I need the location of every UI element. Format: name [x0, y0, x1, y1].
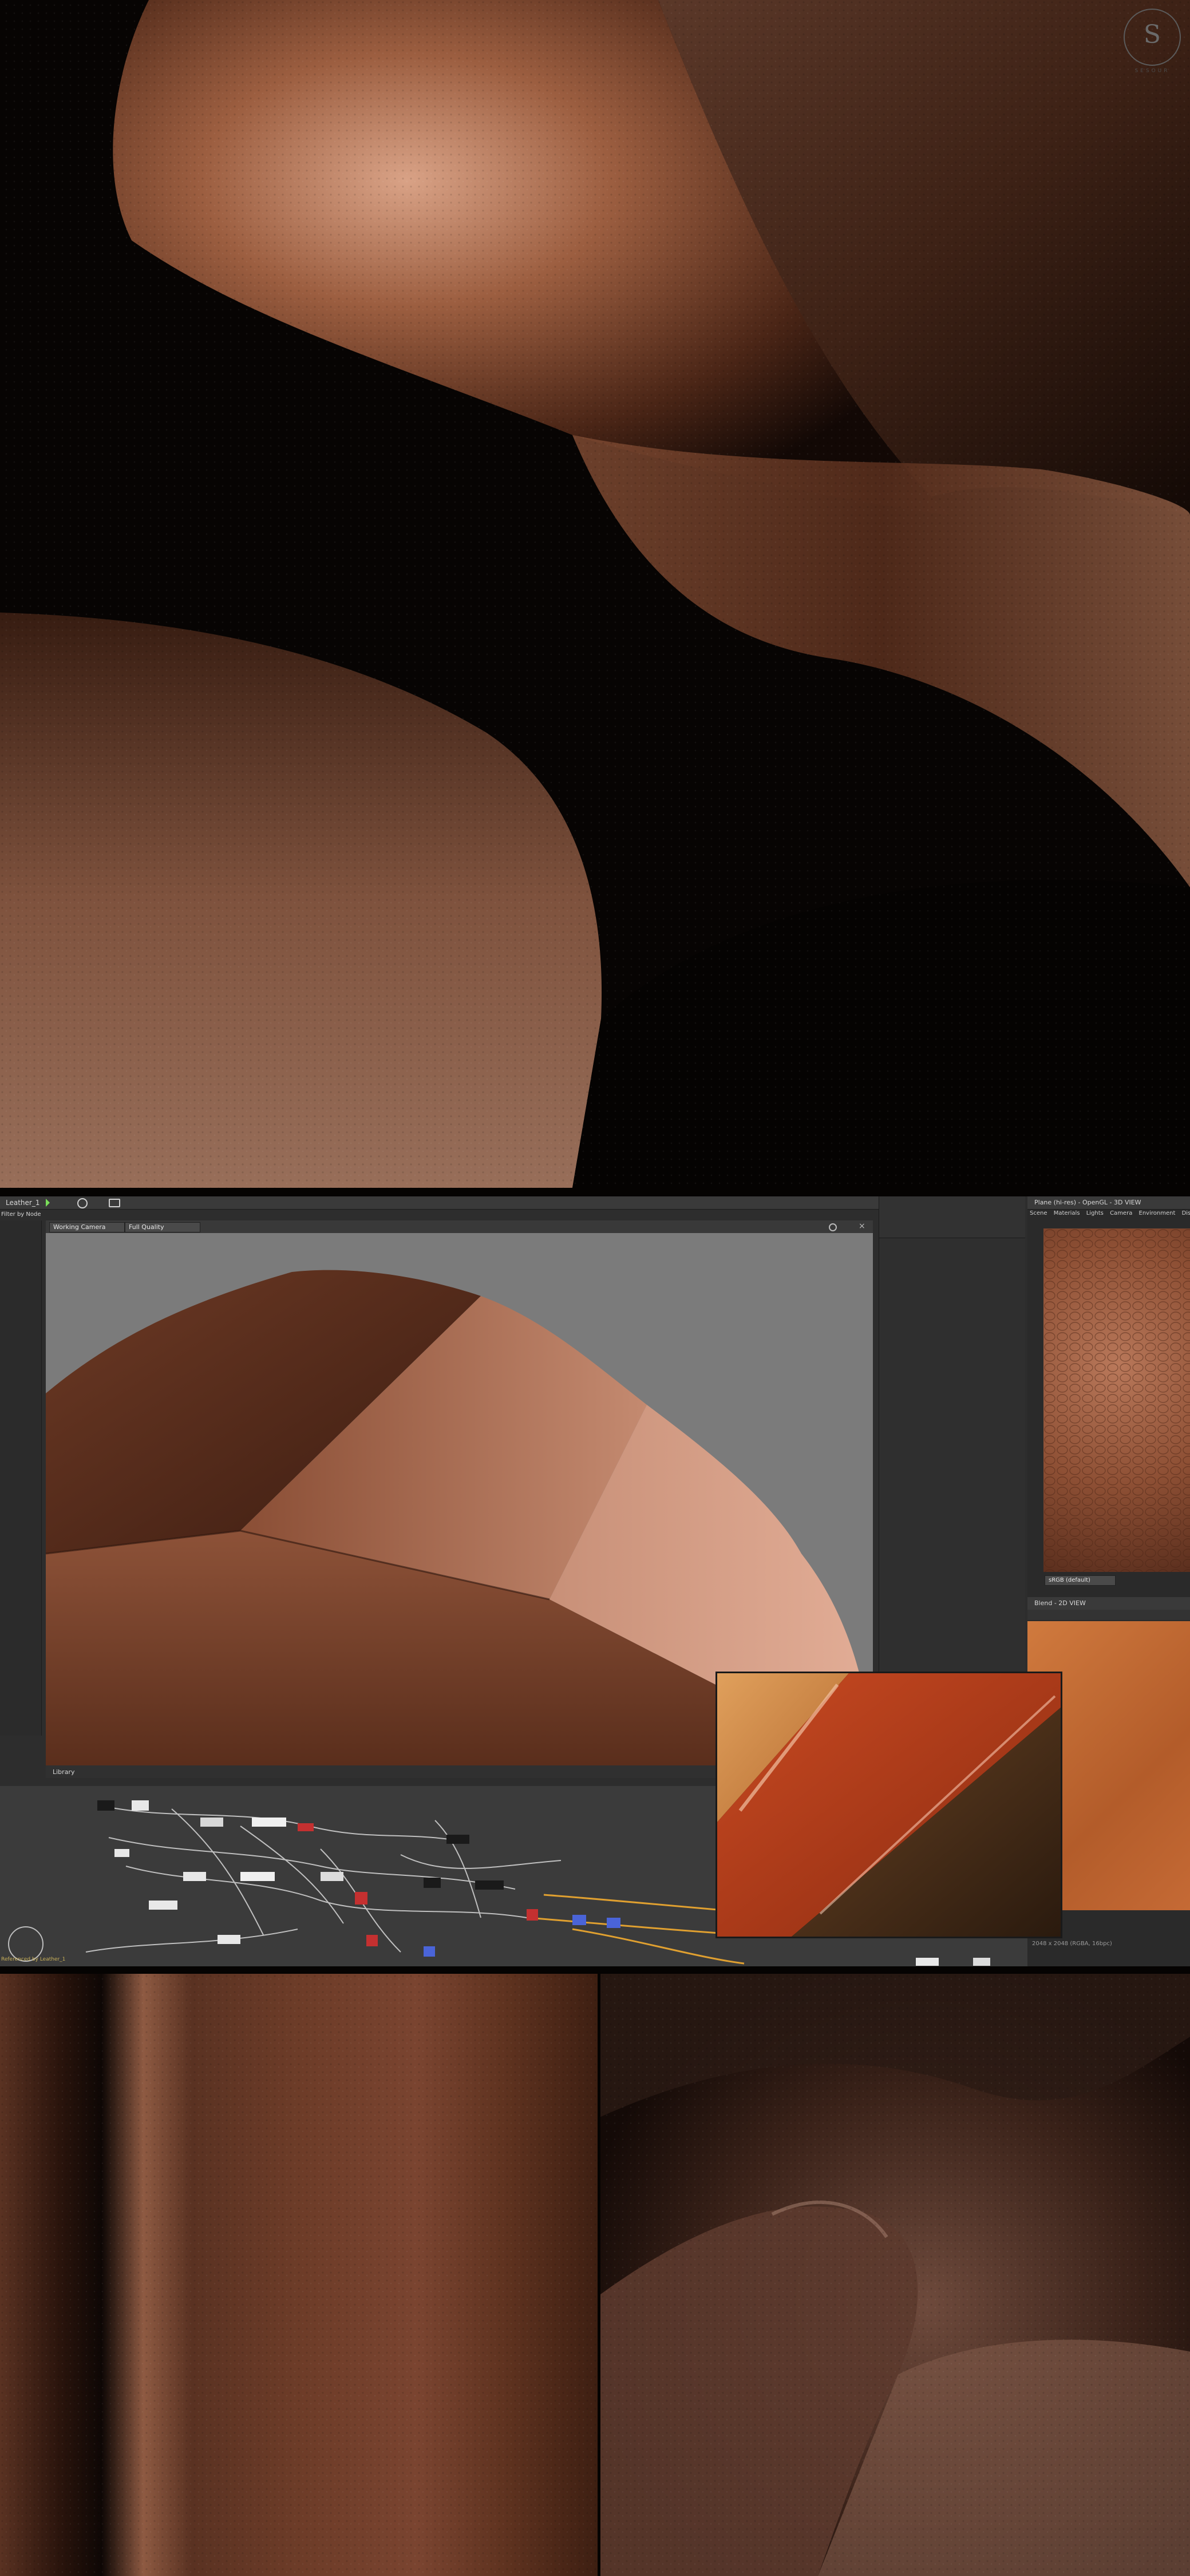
graph-tab-title[interactable]: Leather_1: [6, 1199, 39, 1207]
camera-dropdown[interactable]: Working Camera: [49, 1222, 125, 1232]
3d-view-render[interactable]: [1043, 1228, 1190, 1572]
library-tab[interactable]: Library: [53, 1768, 74, 1776]
menu-scene[interactable]: Scene: [1030, 1210, 1047, 1216]
viewport-toolbar: Working Camera Full Quality ×: [46, 1220, 873, 1233]
2d-view-titlebar: Blend - 2D VIEW: [1027, 1597, 1190, 1610]
leather-crumpled-folds: [600, 1974, 1190, 2576]
leather-crumple-photo-right: [600, 1974, 1190, 2576]
settings-icon[interactable]: [829, 1223, 837, 1231]
properties-header: [879, 1196, 1025, 1238]
menu-display[interactable]: Display: [1182, 1210, 1190, 1216]
reference-leather-photo: [715, 1672, 1062, 1938]
leather-texture-closeup: [1043, 1228, 1190, 1572]
menu-materials[interactable]: Materials: [1054, 1210, 1080, 1216]
3d-view-title: Plane (hi-res) - OpenGL - 3D VIEW: [1034, 1199, 1141, 1206]
graph-tab-bar: Leather_1: [0, 1196, 879, 1210]
globe-icon[interactable]: [77, 1198, 88, 1208]
pointer-tool-icon[interactable]: [46, 1199, 50, 1207]
camera-icon[interactable]: [109, 1199, 120, 1207]
logo-letter: S: [1143, 20, 1161, 49]
graph-filter-row: Filter by Node: [0, 1209, 41, 1220]
filter-label[interactable]: Filter by Node: [1, 1211, 41, 1218]
leather-drape-photo-left: [0, 1974, 598, 2576]
logo-seal-icon: S SESOUR: [1124, 9, 1181, 74]
menu-lights[interactable]: Lights: [1086, 1210, 1104, 1216]
2d-view-status: 2048 x 2048 (RGBA, 16bpc): [1032, 1941, 1112, 1947]
leather-vertical-folds: [0, 1974, 598, 2576]
3d-view-titlebar: Plane (hi-res) - OpenGL - 3D VIEW: [1027, 1196, 1190, 1210]
menu-camera[interactable]: Camera: [1110, 1210, 1132, 1216]
graph-footer-text: Referenced by Leather_1: [1, 1957, 66, 1962]
hero-leather-photo: S SESOUR: [0, 0, 1190, 1188]
3d-view-panel: Plane (hi-res) - OpenGL - 3D VIEW Scene …: [1027, 1196, 1190, 1597]
designer-ui-screenshot: Leather_1 Filter by Node Working Camera …: [0, 1196, 1190, 1966]
leather-swatches-photo: [717, 1673, 1061, 1937]
2d-view-title: Blend - 2D VIEW: [1034, 1599, 1086, 1607]
colorspace-dropdown[interactable]: sRGB (default): [1045, 1575, 1116, 1586]
2d-view-toolbar: [1027, 1610, 1190, 1620]
3d-view-menu: Scene Materials Lights Camera Environmen…: [1030, 1210, 1190, 1220]
quality-dropdown[interactable]: Full Quality: [125, 1222, 200, 1232]
leather-folds-render: [0, 0, 1190, 1188]
menu-environment[interactable]: Environment: [1139, 1210, 1176, 1216]
close-icon[interactable]: ×: [859, 1222, 865, 1231]
logo-caption: SESOUR: [1134, 68, 1170, 74]
left-side-strip: [0, 1220, 42, 1736]
